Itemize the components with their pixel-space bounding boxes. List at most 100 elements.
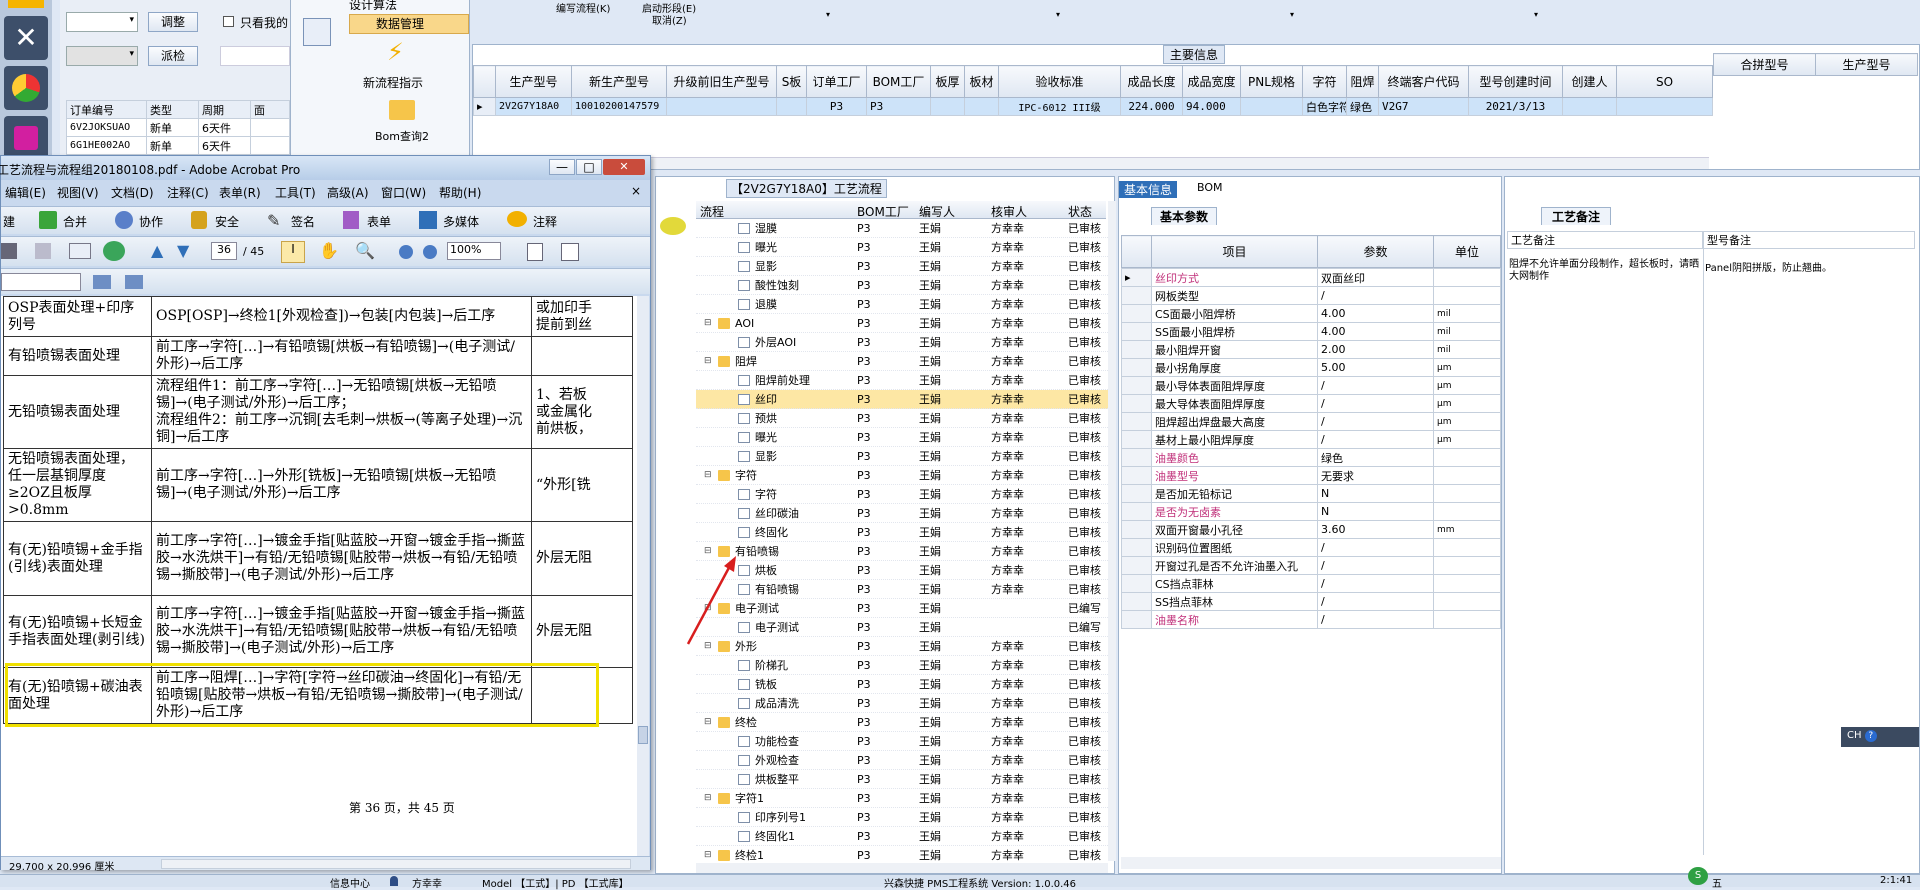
param-value[interactable]: / (1317, 376, 1434, 395)
flow-tree-row[interactable]: 外层AOI P3 王娟 方幸幸 已审核 (696, 333, 1108, 352)
param-row[interactable]: SS面最小阻焊桥 4.00 mil (1121, 322, 1501, 341)
menu-edit[interactable]: 编辑(E) (5, 184, 46, 201)
hand-tool-icon[interactable]: ✋ (319, 241, 339, 260)
tb-sign[interactable]: 签名 (291, 213, 315, 230)
param-value[interactable]: / (1317, 574, 1434, 593)
param-value[interactable]: 2.00 (1317, 340, 1434, 359)
media-icon[interactable] (419, 211, 437, 229)
col-prod-model[interactable]: 生产型号 (1815, 53, 1918, 76)
col-item[interactable]: 项目 (1151, 235, 1318, 268)
col-h-4[interactable]: 订单工厂 (806, 65, 867, 98)
param-value[interactable]: 5.00 (1317, 358, 1434, 377)
table-row[interactable]: 6V2JOKSUAO 新单 6天件 (66, 118, 290, 137)
collapse-toggle-icon[interactable]: ⊟ (704, 713, 712, 732)
nav-item-data-mgmt[interactable]: 数据管理 (349, 14, 469, 34)
menu-comment[interactable]: 注释(C) (167, 184, 209, 201)
flow-tree-row[interactable]: 外观检查 P3 王娟 方幸幸 已审核 (696, 751, 1108, 770)
flow-tree-row[interactable]: 烘板 P3 王娟 方幸幸 已审核 (696, 561, 1108, 580)
flow-tree-row[interactable]: 显影 P3 王娟 方幸幸 已审核 (696, 257, 1108, 276)
combine-icon[interactable] (39, 211, 57, 229)
lightning-icon[interactable]: ⚡ (387, 38, 404, 66)
prev-page-icon[interactable]: ▲ (151, 241, 163, 260)
param-row[interactable]: 是否为无卤素 N (1121, 502, 1501, 521)
param-row[interactable]: 阻焊超出焊盘最大高度 / μm (1121, 412, 1501, 431)
help-icon[interactable]: ? (1864, 730, 1877, 742)
flow-tree-row[interactable]: 烘板整平 P3 王娟 方幸幸 已审核 (696, 770, 1108, 789)
flow-tree-row[interactable]: 阻焊前处理 P3 王娟 方幸幸 已审核 (696, 371, 1108, 390)
param-row[interactable]: 基材上最小阻焊厚度 / μm (1121, 430, 1501, 449)
tb-comment[interactable]: 注释 (533, 213, 557, 230)
dispatch-input[interactable] (220, 46, 290, 66)
flow-hscroll[interactable] (696, 863, 1108, 873)
table-row[interactable]: ▸ 2V2G7Y18A0 10010200147579 P3 P3 IPC-60… (473, 97, 1713, 116)
param-value[interactable]: 绿色 (1317, 448, 1434, 467)
col-h-5[interactable]: BOM工厂 (866, 65, 931, 98)
flow-tree-row[interactable]: 酸性蚀刻 P3 王娟 方幸幸 已审核 (696, 276, 1108, 295)
tab-bom[interactable]: BOM (1197, 181, 1223, 194)
col-h-0[interactable]: 生产型号 (495, 65, 572, 98)
flow-tree-row[interactable]: ⊟ 阻焊 P3 王娟 方幸幸 已审核 (696, 352, 1108, 371)
param-value[interactable]: / (1317, 394, 1434, 413)
flow-tree-row[interactable]: 成品清洗 P3 王娟 方幸幸 已审核 (696, 694, 1108, 713)
chart-icon[interactable] (4, 66, 48, 110)
pdf-vscroll[interactable] (637, 296, 649, 856)
adjust-button[interactable]: 调整 (148, 12, 198, 32)
param-value[interactable]: 4.00 (1317, 304, 1434, 323)
tools-icon[interactable]: ✕ (4, 16, 48, 60)
tb-combine[interactable]: 合并 (63, 213, 87, 230)
collapse-toggle-icon[interactable]: ⊟ (704, 314, 712, 333)
param-row[interactable]: 最小拐角厚度 5.00 μm (1121, 358, 1501, 377)
param-value[interactable]: / (1317, 610, 1434, 629)
col-h-10[interactable]: 成品宽度 (1182, 65, 1241, 98)
menu-doc[interactable]: 文档(D) (111, 184, 154, 201)
flow-tree-row[interactable]: 有铅喷锡 P3 王娟 方幸幸 已审核 (696, 580, 1108, 599)
col-h-2[interactable]: 升级前旧生产型号 (666, 65, 777, 98)
flow-tree-row[interactable]: ⊟ 终检1 P3 王娟 方幸幸 已审核 (696, 846, 1108, 863)
param-value[interactable]: / (1317, 538, 1434, 557)
table-row[interactable]: 6G1HE002AO 新单 6天件 (66, 136, 290, 155)
col-h-14[interactable]: 终端客户代码 (1378, 65, 1469, 98)
menu-form[interactable]: 表单(R) (219, 184, 261, 201)
col-h-16[interactable]: 创建人 (1562, 65, 1617, 98)
dispatch-button[interactable]: 派检 (148, 46, 198, 66)
doc-close-icon[interactable]: × (631, 184, 641, 198)
flow-tree-row[interactable]: 显影 P3 王娟 方幸幸 已审核 (696, 447, 1108, 466)
flow-tree-row[interactable]: 曝光 P3 王娟 方幸幸 已审核 (696, 428, 1108, 447)
col-h-7[interactable]: 板材 (964, 65, 999, 98)
pen-icon[interactable]: ✎ (267, 211, 285, 230)
flow-tree-row[interactable]: 电子测试 P3 王娟 已编写 (696, 618, 1108, 637)
param-row[interactable]: 双面开窗最小孔径 3.60 mm (1121, 520, 1501, 539)
params-hscroll[interactable] (1121, 857, 1501, 869)
flow-tree-row[interactable]: 阶梯孔 P3 王娟 方幸幸 已审核 (696, 656, 1108, 675)
nav-item-bom-query[interactable]: Bom查询2 (375, 128, 429, 144)
tb-security[interactable]: 安全 (215, 213, 239, 230)
flow-tree-row[interactable]: 退膜 P3 王娟 方幸幸 已审核 (696, 295, 1108, 314)
zoom-select[interactable]: 100% (447, 242, 501, 260)
param-row[interactable]: 油墨型号 无要求 (1121, 466, 1501, 485)
status-info-center[interactable]: 信息中心 (330, 875, 370, 890)
menu-advanced[interactable]: 高级(A) (327, 184, 369, 201)
flow-tree-row[interactable]: ⊟ 终检 P3 王娟 方幸幸 已审核 (696, 713, 1108, 732)
param-row[interactable]: ▸ 丝印方式 双面丝印 (1121, 268, 1501, 287)
upload-icon[interactable] (103, 241, 125, 261)
folder-icon[interactable] (8, 0, 44, 8)
col-writer[interactable]: 编写人 (919, 203, 955, 220)
param-value[interactable]: / (1317, 286, 1434, 305)
tray-input-icon[interactable]: S (1688, 867, 1708, 885)
param-value[interactable]: / (1317, 412, 1434, 431)
param-value[interactable]: 4.00 (1317, 322, 1434, 341)
col-param[interactable]: 参数 (1317, 235, 1434, 268)
pdf-scroll-thumb[interactable] (638, 726, 648, 744)
param-row[interactable]: 最大导体表面阻焊厚度 / μm (1121, 394, 1501, 413)
menu-tools[interactable]: 工具(T) (275, 184, 316, 201)
menu-window[interactable]: 窗口(W) (381, 184, 426, 201)
param-value[interactable]: / (1317, 556, 1434, 575)
flow-tree-row[interactable]: 功能检查 P3 王娟 方幸幸 已审核 (696, 732, 1108, 751)
param-row[interactable]: 最小导体表面阻焊厚度 / μm (1121, 376, 1501, 395)
collapse-toggle-icon[interactable]: ⊟ (704, 789, 712, 808)
tb-create[interactable]: 建 (3, 213, 15, 230)
col-h-8[interactable]: 验收标准 (998, 65, 1121, 98)
flow-vscroll[interactable] (1108, 201, 1116, 861)
save-doc-icon[interactable] (35, 243, 51, 259)
filter-select[interactable]: ▾ (66, 12, 138, 32)
